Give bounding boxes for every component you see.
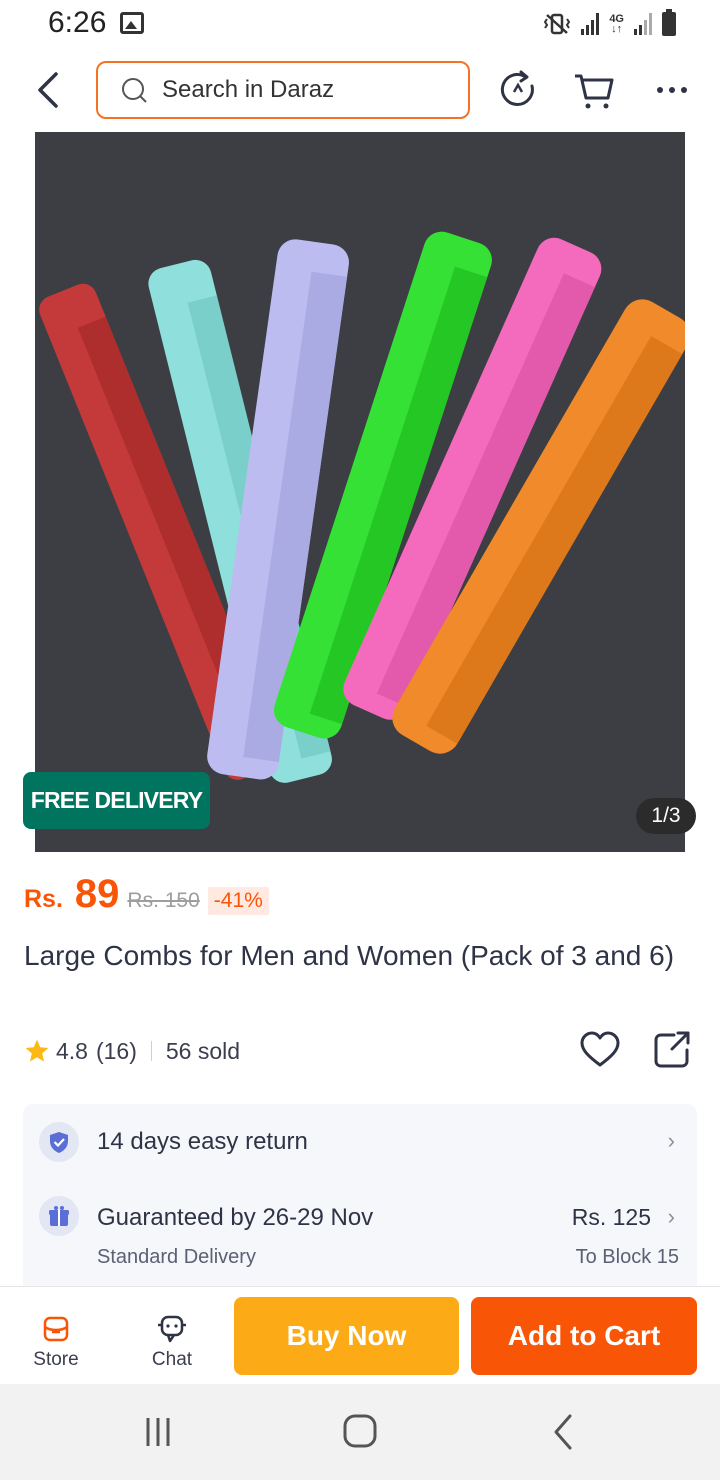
share-icon[interactable] xyxy=(652,1030,692,1070)
chat-button[interactable]: Chat xyxy=(132,1299,212,1371)
gift-icon xyxy=(39,1196,79,1236)
delivery-guarantee-label: Guaranteed by 26-29 Nov xyxy=(97,1204,374,1231)
product-title: Large Combs for Men and Women (Pack of 3… xyxy=(24,940,675,971)
image-counter: 1/3 xyxy=(636,798,696,834)
return-policy-label: 14 days easy return xyxy=(97,1128,308,1155)
store-label: Store xyxy=(33,1349,79,1370)
buy-now-button[interactable]: Buy Now xyxy=(234,1297,459,1375)
top-header: Search in Daraz xyxy=(0,50,720,132)
refresh-icon[interactable] xyxy=(496,68,540,112)
battery-icon xyxy=(662,9,676,36)
gallery-notification-icon xyxy=(120,12,144,34)
store-button[interactable]: Store xyxy=(16,1299,96,1371)
search-input[interactable]: Search in Daraz xyxy=(96,61,470,119)
divider xyxy=(150,1041,152,1061)
delivery-location: To Block 15 xyxy=(575,1246,679,1268)
return-policy-row[interactable]: 14 days easy return › xyxy=(23,1104,697,1178)
service-card: 14 days easy return › Guaranteed by 26-2… xyxy=(23,1104,697,1286)
chat-icon xyxy=(158,1315,186,1343)
rating-count: (16) xyxy=(95,1037,137,1064)
original-price: Rs. 150 xyxy=(127,889,200,912)
system-nav-bar xyxy=(0,1384,720,1480)
chevron-right-icon: › xyxy=(667,1128,675,1153)
search-placeholder: Search in Daraz xyxy=(162,76,335,103)
delivery-type-label: Standard Delivery xyxy=(97,1246,256,1268)
nav-back-icon[interactable] xyxy=(532,1410,592,1454)
add-to-cart-button[interactable]: Add to Cart xyxy=(471,1297,697,1375)
heart-icon[interactable] xyxy=(578,1028,622,1072)
price-value: 89 xyxy=(74,872,120,916)
rating-row[interactable]: 4.8 (16) 56 sold xyxy=(24,1032,240,1070)
delivery-row[interactable]: Guaranteed by 26-29 Nov Standard Deliver… xyxy=(23,1180,697,1280)
star-icon xyxy=(25,1039,49,1062)
chevron-right-icon: › xyxy=(667,1204,675,1229)
product-gallery[interactable]: FREE DELIVERY 1/3 xyxy=(0,132,720,852)
status-time: 6:26 xyxy=(48,6,107,39)
network-type: 4G ↓↑ xyxy=(609,13,624,35)
cart-icon[interactable] xyxy=(572,68,616,112)
product-image xyxy=(35,132,685,852)
discount-badge: -41% xyxy=(207,887,269,915)
bottom-action-bar: Store Chat Buy Now Add to Cart xyxy=(0,1286,720,1384)
free-delivery-badge: FREE DELIVERY xyxy=(23,772,210,829)
recent-apps-icon[interactable] xyxy=(128,1410,188,1454)
status-indicators: 4G ↓↑ xyxy=(543,8,676,40)
shield-check-icon xyxy=(39,1122,79,1162)
status-bar: 6:26 4G ↓↑ xyxy=(0,0,720,50)
signal-icon xyxy=(581,13,600,35)
price-row: Rs. 89 Rs. 150 -41% xyxy=(24,872,269,922)
chat-label: Chat xyxy=(151,1349,193,1370)
vibrate-mute-icon xyxy=(544,13,571,35)
search-icon xyxy=(122,78,147,103)
price-currency: Rs. xyxy=(24,885,63,913)
store-icon xyxy=(43,1316,69,1342)
signal-icon-2 xyxy=(634,13,652,35)
back-icon[interactable] xyxy=(28,68,68,112)
home-icon[interactable] xyxy=(330,1410,390,1454)
more-icon[interactable] xyxy=(650,68,694,112)
rating-value: 4.8 xyxy=(56,1037,88,1064)
delivery-fee: Rs. 125 xyxy=(571,1204,651,1230)
sold-count: 56 sold xyxy=(165,1037,241,1064)
